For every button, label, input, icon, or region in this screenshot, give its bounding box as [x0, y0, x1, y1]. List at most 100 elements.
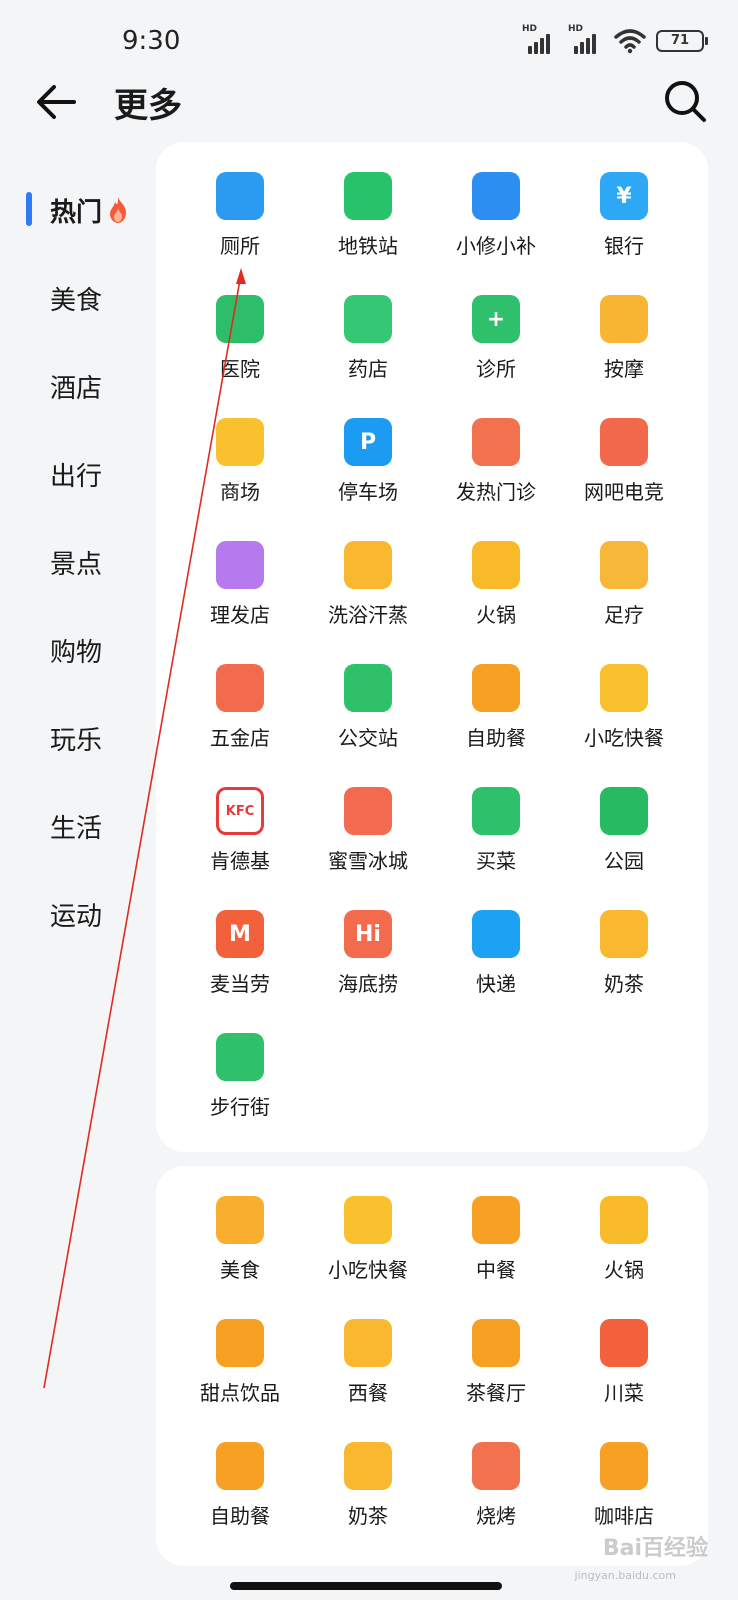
category-item[interactable]: 步行街	[176, 1033, 304, 1156]
sidebar-item-label: 玩乐	[50, 725, 103, 756]
category-label: 步行街	[210, 1095, 270, 1119]
fork-spoon-icon	[216, 1196, 264, 1244]
sidebar-item-entertainment[interactable]: 玩乐	[0, 694, 150, 782]
category-item[interactable]: 公园	[560, 787, 688, 910]
sidebar-item-label: 景点	[50, 549, 103, 580]
category-item[interactable]: 茶餐厅	[432, 1319, 560, 1442]
hotpot-icon	[472, 541, 520, 589]
category-item[interactable]: ¥ 银行	[560, 172, 688, 295]
category-item[interactable]: 烧烤	[432, 1442, 560, 1565]
category-item[interactable]: KFC 肯德基	[176, 787, 304, 910]
category-item[interactable]: 商场	[176, 418, 304, 541]
hot-category-grid: 厕所 地铁站 小修小补 ¥ 银行医院 药店 + 诊所 按摩商场 P 停车场 发热门诊 网吧电竞理发店 洗浴…	[156, 142, 708, 1156]
category-item[interactable]: Hi 海底捞	[304, 910, 432, 1033]
category-item[interactable]: 小吃快餐	[304, 1196, 432, 1319]
sidebar-item-shopping[interactable]: 购物	[0, 606, 150, 694]
sidebar-item-hot[interactable]: 热门	[0, 166, 150, 254]
search-icon[interactable]	[662, 78, 708, 124]
category-item[interactable]: 小吃快餐	[560, 664, 688, 787]
category-item[interactable]: 五金店	[176, 664, 304, 787]
category-item[interactable]: 医院	[176, 295, 304, 418]
category-item[interactable]: 厕所	[176, 172, 304, 295]
category-item[interactable]: 地铁站	[304, 172, 432, 295]
category-label: 奶茶	[604, 972, 644, 996]
category-label: 厕所	[220, 234, 260, 258]
category-item[interactable]: 网吧电竞	[560, 418, 688, 541]
category-item[interactable]: 奶茶	[304, 1442, 432, 1565]
sidebar-item-attractions[interactable]: 景点	[0, 518, 150, 606]
category-item[interactable]: 公交站	[304, 664, 432, 787]
back-arrow-icon[interactable]	[34, 80, 78, 124]
category-item[interactable]: 买菜	[432, 787, 560, 910]
category-label: 五金店	[210, 726, 270, 750]
category-item[interactable]: M 麦当劳	[176, 910, 304, 1033]
category-item[interactable]: 火锅	[560, 1196, 688, 1319]
kfc-icon: KFC	[216, 787, 264, 835]
header: 更多	[0, 70, 738, 134]
wifi-icon	[614, 29, 646, 54]
category-item[interactable]: P 停车场	[304, 418, 432, 541]
milk-tea-icon	[600, 910, 648, 958]
category-label: 足疗	[604, 603, 644, 627]
category-item[interactable]: 小修小补	[432, 172, 560, 295]
sidebar-item-life[interactable]: 生活	[0, 782, 150, 870]
buffet-icon	[472, 664, 520, 712]
tree-icon	[600, 787, 648, 835]
category-label: 中餐	[476, 1258, 516, 1282]
coffee-cup-icon	[216, 1319, 264, 1367]
category-item[interactable]: 甜点饮品	[176, 1319, 304, 1442]
category-item[interactable]: 美食	[176, 1196, 304, 1319]
category-item[interactable]: 理发店	[176, 541, 304, 664]
category-item[interactable]: 自助餐	[432, 664, 560, 787]
bbq-icon	[472, 1442, 520, 1490]
category-item[interactable]: 发热门诊	[432, 418, 560, 541]
home-indicator[interactable]	[230, 1582, 502, 1590]
category-item[interactable]: 药店	[304, 295, 432, 418]
category-item[interactable]: 自助餐	[176, 1442, 304, 1565]
sidebar-item-travel[interactable]: 出行	[0, 430, 150, 518]
category-item[interactable]: 蜜雪冰城	[304, 787, 432, 910]
scissors-icon	[216, 541, 264, 589]
category-item[interactable]: 按摩	[560, 295, 688, 418]
signal-icon: HD	[568, 24, 604, 54]
category-item[interactable]: 川菜	[560, 1319, 688, 1442]
category-label: 买菜	[476, 849, 516, 873]
subway-icon	[344, 172, 392, 220]
category-label: 地铁站	[338, 234, 398, 258]
category-label: 麦当劳	[210, 972, 270, 996]
category-label: 商场	[220, 480, 260, 504]
sidebar-item-sports[interactable]: 运动	[0, 870, 150, 958]
watermark-url: jingyan.baidu.com	[574, 1569, 676, 1582]
watermark-logo: Bai百经验	[602, 1536, 708, 1561]
sidebar-item-label: 运动	[50, 901, 103, 932]
category-label: 药店	[348, 357, 388, 381]
category-item[interactable]: + 诊所	[432, 295, 560, 418]
category-label: 按摩	[604, 357, 644, 381]
category-label: 网吧电竞	[584, 480, 664, 504]
category-label: 奶茶	[348, 1504, 388, 1528]
category-label: 火锅	[604, 1258, 644, 1282]
category-item[interactable]: 火锅	[432, 541, 560, 664]
category-item[interactable]: 西餐	[304, 1319, 432, 1442]
category-label: 银行	[604, 234, 644, 258]
category-label: 西餐	[348, 1381, 388, 1405]
hospital-icon	[216, 295, 264, 343]
hotpot-icon	[600, 1196, 648, 1244]
sidebar-item-hotel[interactable]: 酒店	[0, 342, 150, 430]
category-item[interactable]: 奶茶	[560, 910, 688, 1033]
category-label: 咖啡店	[594, 1504, 654, 1528]
status-bar: 9:30 HD HD 71	[0, 0, 738, 80]
bath-icon	[344, 541, 392, 589]
restroom-icon	[216, 172, 264, 220]
sidebar-item-food[interactable]: 美食	[0, 254, 150, 342]
haidilao-icon: Hi	[344, 910, 392, 958]
category-item[interactable]: 快递	[432, 910, 560, 1033]
category-item[interactable]: 中餐	[432, 1196, 560, 1319]
status-icons: HD HD 71	[522, 24, 708, 54]
chili-icon	[600, 1319, 648, 1367]
category-item[interactable]: 洗浴汗蒸	[304, 541, 432, 664]
clinic-icon: +	[472, 295, 520, 343]
category-item[interactable]: 足疗	[560, 541, 688, 664]
category-label: 公交站	[338, 726, 398, 750]
bowl-icon	[472, 1196, 520, 1244]
